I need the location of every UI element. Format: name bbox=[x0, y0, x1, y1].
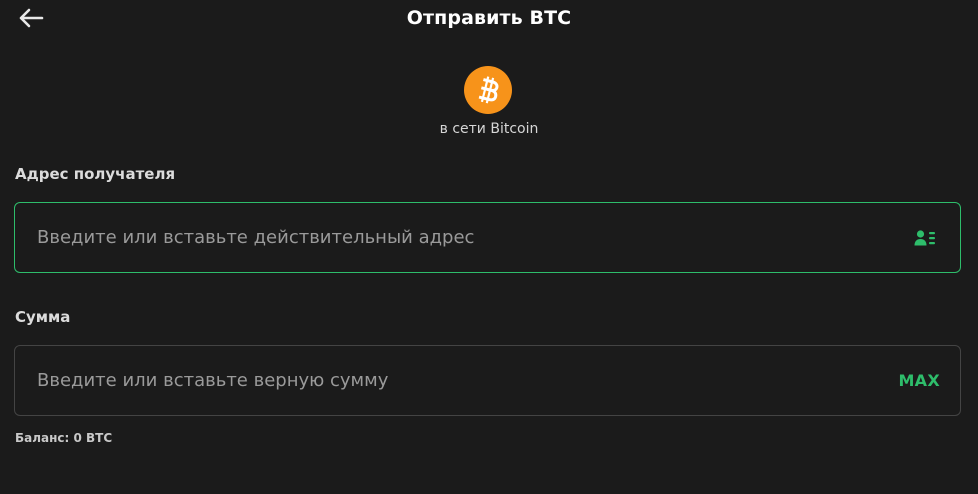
amount-label: Сумма bbox=[15, 308, 71, 326]
page-title: Отправить BTC bbox=[406, 7, 572, 29]
max-button[interactable]: MAX bbox=[898, 371, 940, 390]
balance-text: Баланс: 0 BTC bbox=[15, 431, 113, 445]
address-input[interactable] bbox=[15, 203, 910, 272]
address-label: Адрес получателя bbox=[15, 165, 176, 183]
header: Отправить BTC bbox=[0, 0, 978, 38]
address-book-button[interactable] bbox=[910, 223, 940, 253]
amount-field: MAX bbox=[14, 345, 961, 416]
coin-logo bbox=[464, 66, 512, 114]
bitcoin-icon bbox=[478, 76, 499, 104]
amount-input[interactable] bbox=[15, 346, 899, 415]
address-field bbox=[14, 202, 961, 273]
address-book-icon bbox=[914, 229, 935, 245]
network-label: в сети Bitcoin bbox=[439, 121, 539, 137]
send-btc-screen: Отправить BTC в сети Bitcoin Адрес получ… bbox=[0, 0, 978, 494]
